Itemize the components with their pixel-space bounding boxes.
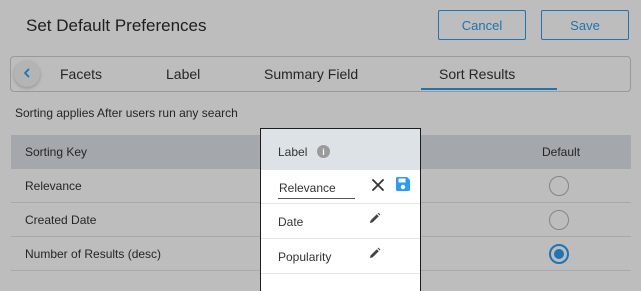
info-icon[interactable]: i: [317, 145, 330, 158]
label-edit-row: [261, 170, 420, 204]
label-text: Popularity: [278, 250, 332, 264]
floppy-disk-icon: [395, 176, 411, 197]
popup-header-label: Label: [278, 145, 308, 159]
pencil-icon: [368, 247, 381, 265]
label-edit-input[interactable]: [278, 177, 355, 199]
pencil-icon: [368, 212, 381, 230]
cancel-edit-button[interactable]: [369, 178, 387, 196]
label-row: Popularity: [261, 239, 420, 274]
edit-label-button[interactable]: [365, 247, 383, 265]
close-icon: [371, 178, 385, 197]
popup-header: Label i: [261, 129, 420, 170]
label-text: Date: [278, 215, 304, 229]
edit-label-button[interactable]: [365, 212, 383, 230]
label-row: Date: [261, 204, 420, 239]
save-edit-button[interactable]: [394, 176, 412, 197]
label-editor-popup: Label i Date Populari: [260, 128, 421, 291]
